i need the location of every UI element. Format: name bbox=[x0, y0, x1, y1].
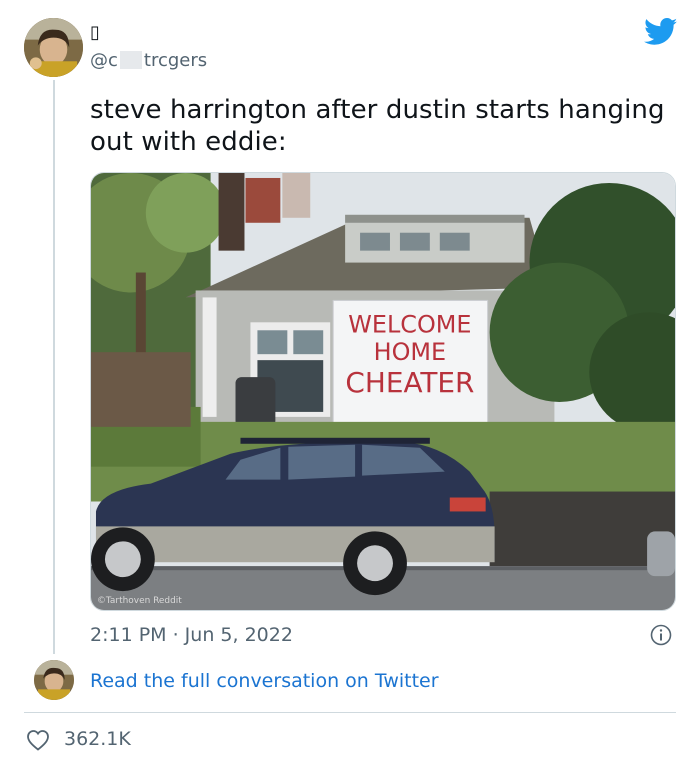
twitter-bird-icon[interactable] bbox=[644, 18, 678, 46]
tweet-embed-card: ▯ @c trcgers steve harrington after dusti… bbox=[0, 0, 700, 765]
banner-line-1: WELCOME bbox=[348, 310, 471, 338]
info-icon[interactable] bbox=[650, 624, 672, 646]
read-full-conversation-link[interactable]: Read the full conversation on Twitter bbox=[90, 670, 439, 692]
tweet-text: steve harrington after dustin starts han… bbox=[90, 95, 665, 157]
author-handle[interactable]: @c trcgers bbox=[90, 50, 207, 72]
tweet-timestamp[interactable]: 2:11 PM · Jun 5, 2022 bbox=[90, 624, 293, 646]
reply-avatar[interactable] bbox=[34, 660, 74, 700]
photo-house-with-banner: WELCOME HOME CHEATER ©Tarthoven Reddit bbox=[91, 173, 675, 610]
footer-divider bbox=[24, 712, 676, 713]
like-count: 362.1K bbox=[64, 728, 131, 750]
author-avatar[interactable] bbox=[24, 18, 83, 77]
avatar-image-small bbox=[34, 660, 74, 700]
handle-prefix: @c bbox=[90, 50, 118, 71]
banner-line-2: HOME bbox=[374, 338, 447, 366]
author-display-name[interactable]: ▯ bbox=[90, 22, 100, 44]
handle-redaction bbox=[119, 51, 142, 69]
handle-suffix: trcgers bbox=[143, 50, 208, 71]
tweet-photo[interactable]: WELCOME HOME CHEATER ©Tarthoven Reddit bbox=[90, 172, 676, 611]
thread-line bbox=[53, 80, 55, 654]
photo-watermark: ©Tarthoven Reddit bbox=[97, 596, 182, 606]
avatar-image bbox=[24, 18, 83, 77]
banner-line-3: CHEATER bbox=[345, 366, 474, 399]
heart-icon[interactable] bbox=[26, 729, 50, 751]
